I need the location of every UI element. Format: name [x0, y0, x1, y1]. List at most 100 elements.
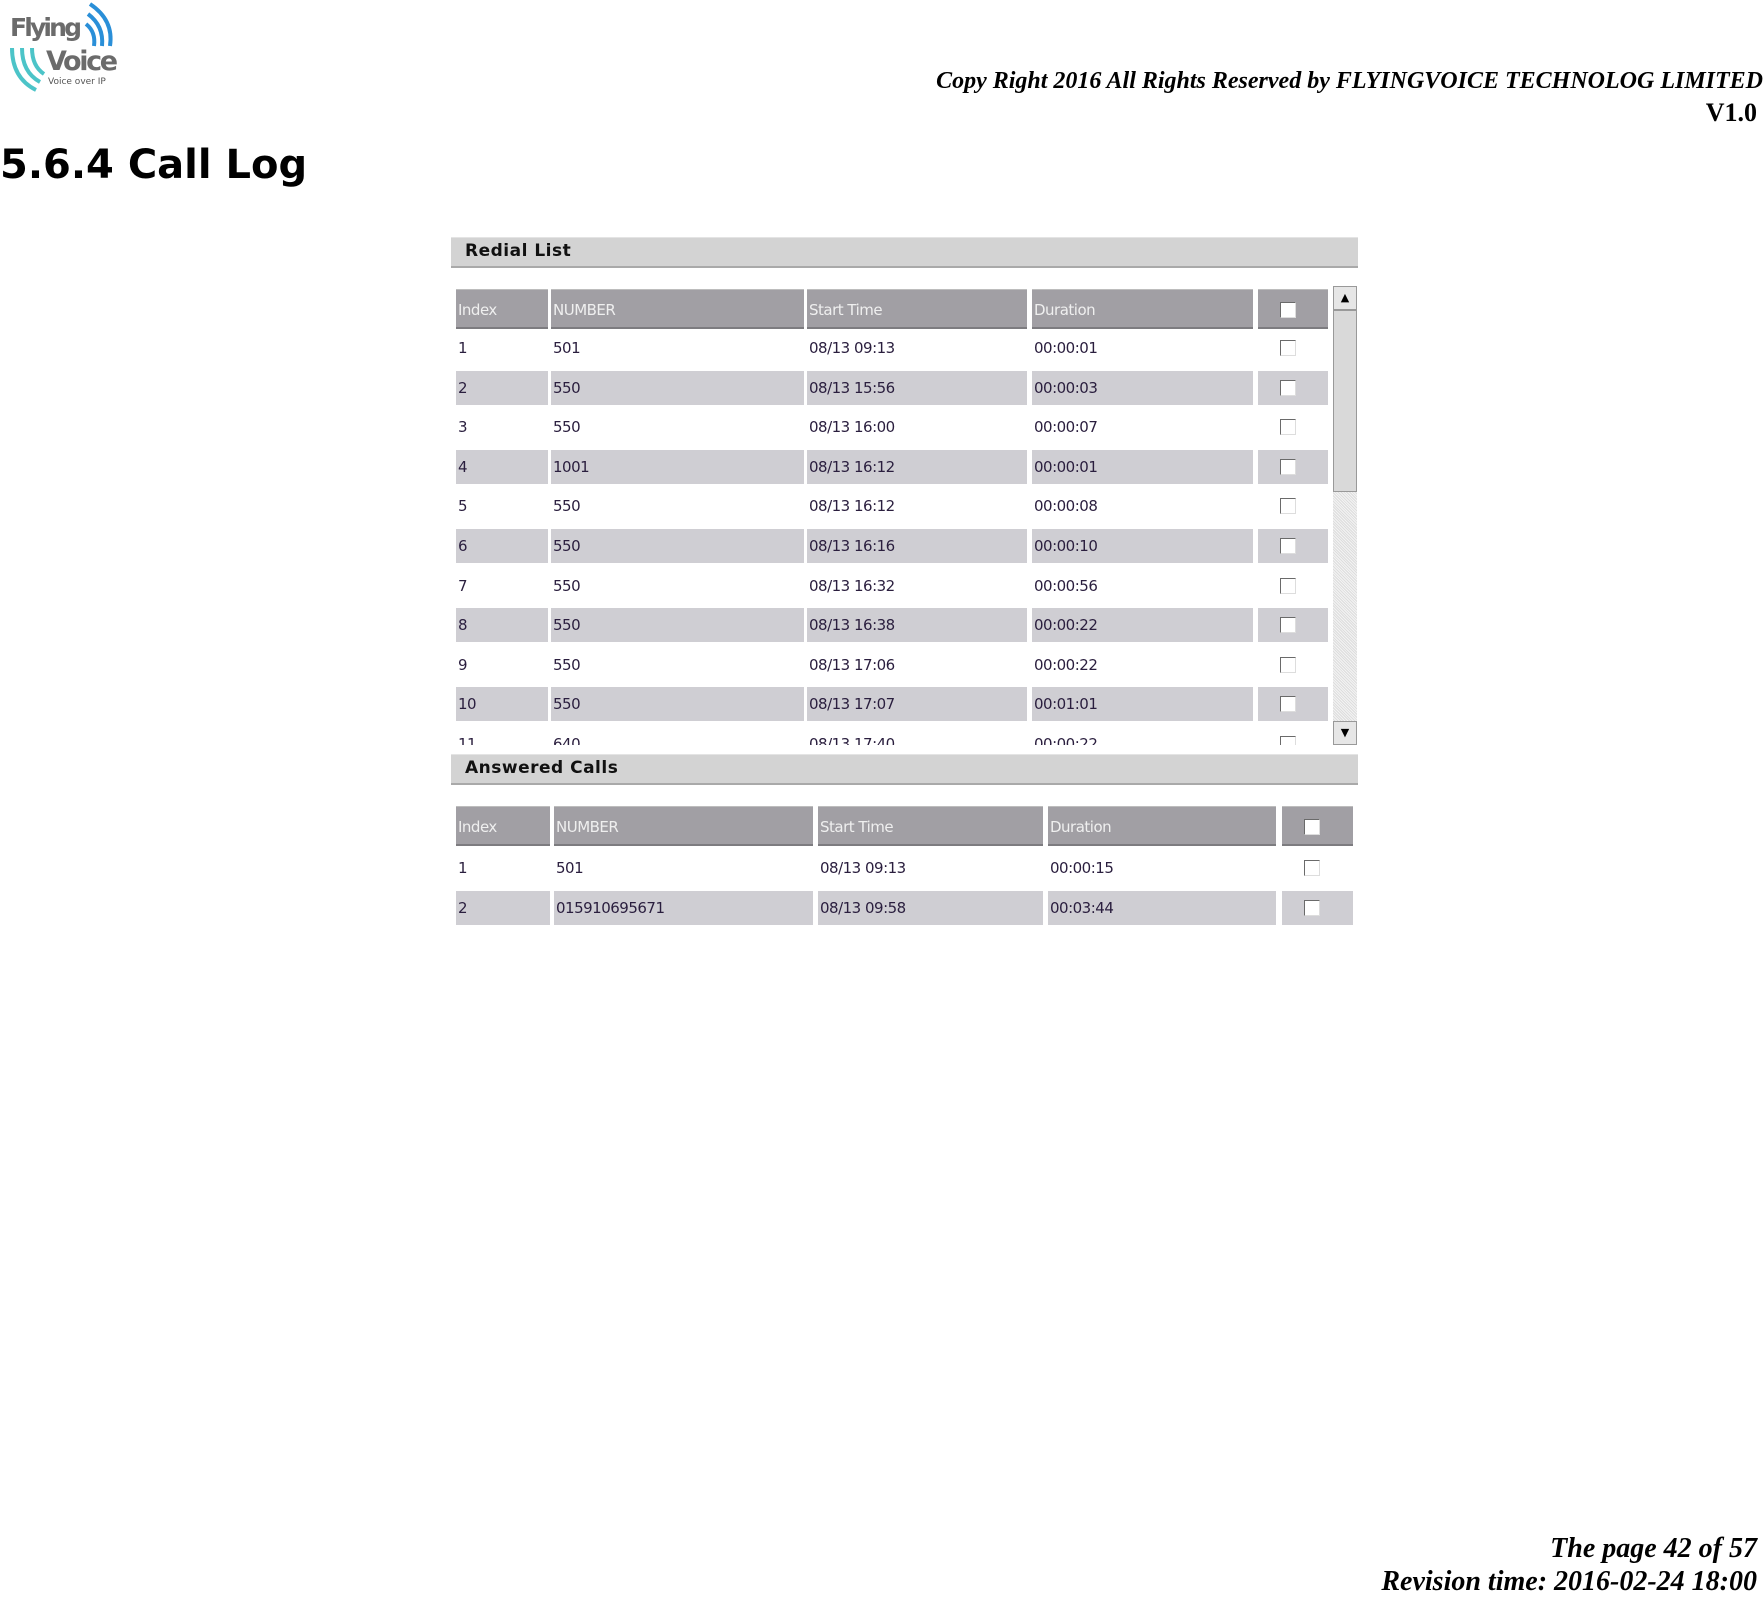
- cell-duration: 00:00:56: [1034, 576, 1098, 595]
- svg-text:Flying: Flying: [10, 13, 82, 42]
- cell-start-time: 08/13 17:07: [807, 687, 1027, 722]
- copyright: Copy Right 2016 All Rights Reserved by F…: [936, 68, 1763, 94]
- scroll-down-icon[interactable]: ▼: [1333, 721, 1357, 745]
- cell-duration: 00:00:08: [1034, 497, 1098, 516]
- select-all-checkbox[interactable]: [1280, 302, 1296, 318]
- svg-text:Voice: Voice: [46, 46, 118, 77]
- version: V1.0: [1705, 98, 1757, 127]
- row-checkbox[interactable]: [1280, 379, 1296, 396]
- cell-index: 11: [458, 735, 477, 745]
- cell-number: 550: [551, 370, 804, 405]
- row-select-cell: [1258, 727, 1328, 745]
- row-checkbox[interactable]: [1280, 340, 1296, 356]
- cell-number: 640: [553, 735, 581, 745]
- select-all-checkbox[interactable]: [1304, 819, 1320, 835]
- row-select-cell: [1258, 410, 1328, 444]
- row-checkbox[interactable]: [1280, 577, 1296, 594]
- column-header-duration[interactable]: Duration: [1048, 806, 1276, 846]
- column-header-start-time[interactable]: Start Time: [807, 289, 1027, 329]
- row-checkbox[interactable]: [1280, 458, 1296, 475]
- cell-duration: 00:00:15: [1050, 859, 1114, 877]
- row-select-cell: [1258, 608, 1328, 643]
- cell-duration: 00:03:44: [1048, 890, 1276, 925]
- row-checkbox[interactable]: [1280, 656, 1296, 673]
- cell-duration: 00:00:22: [1034, 655, 1098, 674]
- answered-calls-bar: Answered Calls: [451, 754, 1358, 785]
- svg-text:Voice over IP: Voice over IP: [48, 77, 106, 87]
- cell-start-time: 08/13 16:12: [809, 497, 895, 516]
- row-checkbox[interactable]: [1280, 617, 1296, 634]
- cell-number: 015910695671: [554, 890, 813, 925]
- cell-number: 550: [553, 655, 581, 674]
- cell-index: 6: [456, 529, 548, 563]
- row-select-cell: [1258, 370, 1328, 405]
- cell-index: 2: [456, 890, 550, 925]
- answered-calls-title: Answered Calls: [465, 758, 619, 778]
- cell-duration: 00:00:03: [1032, 370, 1253, 405]
- cell-duration: 00:00:01: [1034, 339, 1098, 357]
- row-select-cell: [1282, 890, 1353, 925]
- cell-index: 7: [458, 576, 468, 595]
- column-header-index[interactable]: Index: [456, 289, 548, 329]
- cell-duration: 00:00:01: [1032, 449, 1253, 484]
- page-number: The page 42 of 57: [1550, 1533, 1757, 1564]
- logo: Flying Voice Voice over IP: [6, 0, 126, 96]
- row-checkbox[interactable]: [1280, 736, 1296, 745]
- row-checkbox[interactable]: [1280, 498, 1296, 515]
- cell-index: 4: [456, 449, 548, 484]
- cell-duration: 00:01:01: [1032, 687, 1253, 722]
- row-select-cell: [1258, 489, 1328, 523]
- cell-start-time: 08/13 16:32: [809, 576, 895, 595]
- cell-start-time: 08/13 09:13: [809, 339, 895, 357]
- cell-start-time: 08/13 16:00: [809, 418, 895, 437]
- row-checkbox[interactable]: [1280, 419, 1296, 436]
- page-title: 5.6.4 Call Log: [0, 142, 308, 188]
- answered-calls-table: Index NUMBER Start Time Duration 1 501 08/13 0…: [456, 806, 1356, 926]
- cell-index: 1: [458, 339, 468, 357]
- redial-list-table: Index NUMBER Start Time Duration 1 501 08/13 0…: [456, 289, 1331, 745]
- cell-index: 3: [458, 418, 468, 437]
- column-header-duration[interactable]: Duration: [1032, 289, 1253, 329]
- cell-start-time: 08/13 15:56: [807, 370, 1027, 405]
- row-checkbox[interactable]: [1280, 696, 1296, 713]
- cell-number: 501: [553, 339, 581, 357]
- row-checkbox[interactable]: [1304, 899, 1320, 916]
- select-all-cell: [1258, 289, 1328, 329]
- cell-index: 1: [458, 859, 468, 877]
- cell-number: 550: [553, 497, 581, 516]
- row-select-cell: [1258, 648, 1328, 682]
- cell-number: 550: [551, 608, 804, 643]
- cell-index: 8: [456, 608, 548, 643]
- column-header-number[interactable]: NUMBER: [551, 289, 804, 329]
- row-select-cell: [1258, 529, 1328, 563]
- cell-start-time: 08/13 09:58: [818, 890, 1043, 925]
- cell-number: 550: [551, 529, 804, 563]
- cell-start-time: 08/13 09:13: [820, 859, 906, 877]
- column-header-index[interactable]: Index: [456, 806, 550, 846]
- redial-list-bar: Redial List: [451, 237, 1358, 268]
- cell-duration: 00:00:07: [1034, 418, 1098, 437]
- cell-start-time: 08/13 16:38: [807, 608, 1027, 643]
- cell-number: 501: [556, 859, 584, 877]
- cell-start-time: 08/13 17:40: [809, 735, 895, 745]
- row-checkbox[interactable]: [1304, 860, 1320, 876]
- column-header-start-time[interactable]: Start Time: [818, 806, 1043, 846]
- redial-list-title: Redial List: [465, 241, 572, 261]
- select-all-cell: [1282, 806, 1353, 846]
- scrollbar-thumb[interactable]: [1333, 310, 1357, 492]
- cell-duration: 00:00:10: [1032, 529, 1253, 563]
- redial-scrollbar[interactable]: ▲ ▼: [1333, 286, 1357, 745]
- cell-duration: 00:00:22: [1032, 608, 1253, 643]
- cell-index: 2: [456, 370, 548, 405]
- cell-index: 10: [456, 687, 548, 722]
- cell-number: 1001: [551, 449, 804, 484]
- cell-number: 550: [553, 418, 581, 437]
- column-header-number[interactable]: NUMBER: [554, 806, 813, 846]
- row-select-cell: [1258, 687, 1328, 722]
- row-select-cell: [1258, 331, 1328, 365]
- row-checkbox[interactable]: [1280, 538, 1296, 554]
- scroll-up-icon[interactable]: ▲: [1333, 286, 1357, 310]
- cell-number: 550: [553, 576, 581, 595]
- cell-duration: 00:00:22: [1034, 735, 1098, 745]
- row-select-cell: [1282, 851, 1353, 885]
